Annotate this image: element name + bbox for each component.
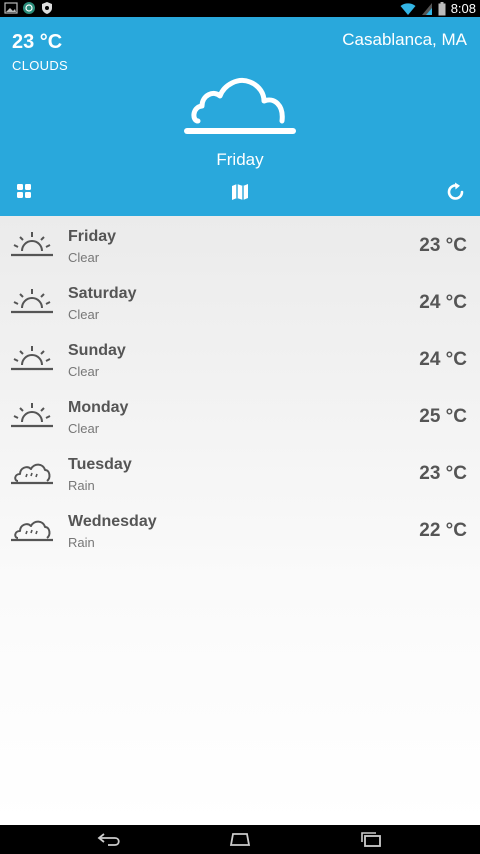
forecast-condition: Clear bbox=[68, 421, 100, 436]
forecast-day: Sunday bbox=[68, 342, 126, 359]
forecast-temperature: 25 °C bbox=[419, 406, 467, 427]
forecast-temperature: 22 °C bbox=[419, 520, 467, 541]
forecast-day: Wednesday bbox=[68, 513, 157, 530]
back-button[interactable] bbox=[96, 830, 124, 848]
current-temperature: 23 °C bbox=[12, 31, 63, 53]
forecast-day: Tuesday bbox=[68, 456, 132, 473]
rain-icon bbox=[11, 463, 53, 485]
forecast-list: Friday Clear 23 °C Saturday Clear 24 °C bbox=[0, 216, 480, 825]
forecast-row[interactable]: Monday Clear 25 °C bbox=[0, 387, 480, 444]
wifi-icon bbox=[400, 2, 416, 15]
signal-icon bbox=[421, 2, 432, 15]
map-button[interactable] bbox=[229, 181, 251, 203]
navigation-bar bbox=[0, 825, 480, 854]
recent-apps-icon bbox=[361, 832, 381, 847]
forecast-condition: Clear bbox=[68, 364, 100, 379]
forecast-day: Monday bbox=[68, 399, 129, 416]
screen: 8:08 23 °C CLOUDS Casablanca, MA Friday bbox=[0, 0, 480, 854]
grid-view-button[interactable] bbox=[14, 181, 36, 203]
rain-icon bbox=[11, 520, 53, 542]
forecast-temperature: 24 °C bbox=[419, 292, 467, 313]
image-notification-icon bbox=[4, 2, 18, 14]
forecast-row[interactable]: Wednesday Rain 22 °C bbox=[0, 501, 480, 558]
sun-icon bbox=[11, 289, 53, 314]
home-button[interactable] bbox=[226, 830, 254, 848]
home-icon bbox=[229, 833, 251, 846]
forecast-temperature: 23 °C bbox=[419, 463, 467, 484]
forecast-row[interactable]: Saturday Clear 24 °C bbox=[0, 273, 480, 330]
forecast-row[interactable]: Friday Clear 23 °C bbox=[0, 216, 480, 273]
refresh-button[interactable] bbox=[445, 181, 467, 203]
sun-icon bbox=[11, 403, 53, 428]
grid-icon bbox=[17, 184, 31, 198]
forecast-day: Friday bbox=[68, 228, 117, 245]
current-condition: CLOUDS bbox=[12, 58, 68, 73]
forecast-condition: Clear bbox=[68, 250, 100, 265]
recent-apps-button[interactable] bbox=[357, 830, 385, 848]
forecast-temperature: 23 °C bbox=[419, 235, 467, 256]
back-icon bbox=[97, 833, 120, 846]
refresh-icon bbox=[447, 182, 464, 200]
forecast-row[interactable]: Tuesday Rain 23 °C bbox=[0, 444, 480, 501]
current-weather-header: 23 °C CLOUDS Casablanca, MA Friday bbox=[0, 17, 480, 216]
forecast-day: Saturday bbox=[68, 285, 137, 302]
shield-notification-icon bbox=[42, 2, 52, 14]
sun-icon bbox=[11, 232, 53, 257]
status-time: 8:08 bbox=[450, 1, 476, 16]
current-day: Friday bbox=[216, 150, 264, 169]
cloud-icon bbox=[184, 78, 296, 134]
forecast-condition: Rain bbox=[68, 478, 95, 493]
app-notification-icon bbox=[23, 2, 35, 14]
forecast-condition: Rain bbox=[68, 535, 95, 550]
sun-icon bbox=[11, 346, 53, 371]
forecast-row[interactable]: Sunday Clear 24 °C bbox=[0, 330, 480, 387]
city-name: Casablanca, MA bbox=[342, 30, 467, 49]
battery-icon bbox=[438, 1, 446, 15]
map-icon bbox=[232, 184, 248, 200]
forecast-condition: Clear bbox=[68, 307, 100, 322]
status-bar: 8:08 bbox=[0, 0, 480, 17]
forecast-temperature: 24 °C bbox=[419, 349, 467, 370]
